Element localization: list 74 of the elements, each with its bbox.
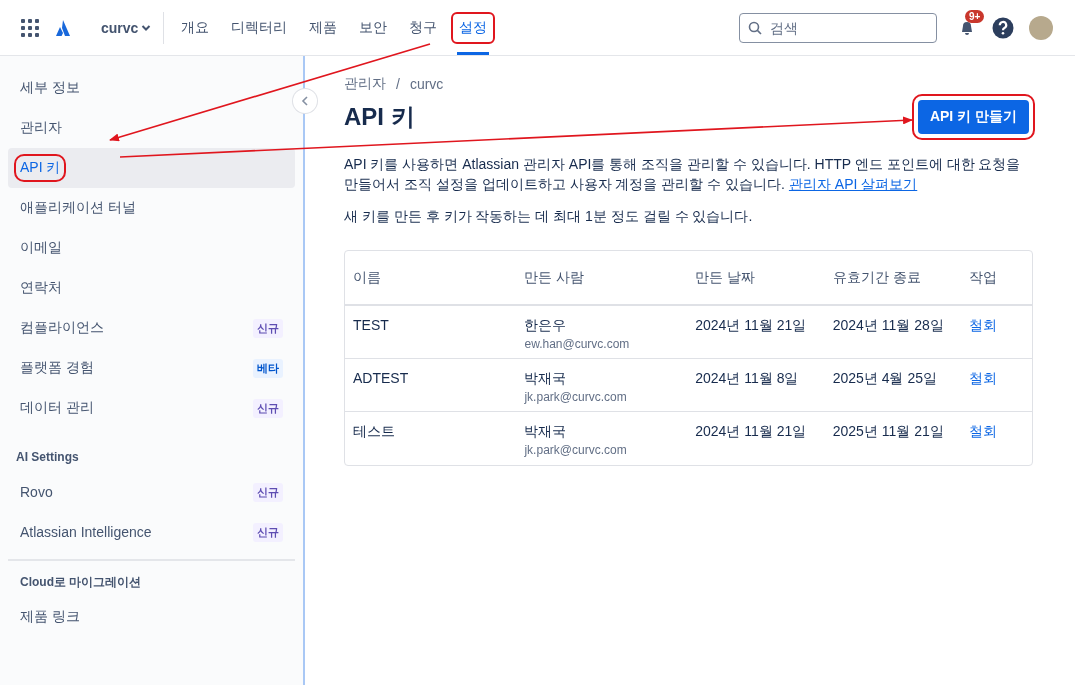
sidebar-item-label: API 키 xyxy=(16,156,65,180)
status-badge: 신규 xyxy=(253,398,283,418)
column-header: 유효기간 종료 xyxy=(824,251,962,306)
chevron-left-icon xyxy=(301,96,309,106)
creator-name: 한은우 xyxy=(524,317,567,333)
breadcrumb-link[interactable]: 관리자 xyxy=(344,75,386,93)
breadcrumb-separator: / xyxy=(396,76,400,92)
sidebar-item-label: 컴플라이언스 xyxy=(19,318,105,337)
sidebar-item-label: Atlassian Intelligence xyxy=(19,523,153,542)
section-heading: AI Settings xyxy=(15,449,80,466)
sidebar-item[interactable]: 이메일 xyxy=(8,228,295,268)
sidebar-item[interactable]: 컴플라이언스 신규 xyxy=(8,308,295,348)
created-date: 2024년 11월 8일 xyxy=(695,370,799,386)
sidebar-item[interactable]: 관리자 xyxy=(8,108,295,148)
nav-tab[interactable]: 보안 xyxy=(351,0,396,55)
creator-name: 박재국 xyxy=(524,370,567,386)
admin-api-link[interactable]: 관리자 API 살펴보기 xyxy=(788,176,918,192)
sidebar-item[interactable]: 플랫폼 경험 베타 xyxy=(8,348,295,388)
nav-tab[interactable]: 설정 xyxy=(451,0,496,55)
column-header: 만든 사람 xyxy=(516,251,688,306)
column-header: 작업 xyxy=(961,251,1032,306)
page-title: API 키 xyxy=(344,102,415,132)
creator-email: jk.park@curvc.com xyxy=(524,443,628,457)
sidebar-item-label: 연락처 xyxy=(19,278,63,297)
sidebar-item[interactable]: Rovo 신규 xyxy=(8,472,295,512)
sidebar-item-label: 세부 정보 xyxy=(19,78,81,97)
key-name: TEST xyxy=(353,317,389,333)
sidebar-item[interactable]: API 키 xyxy=(8,148,295,188)
expiry-date: 2025년 4월 25일 xyxy=(832,370,937,386)
sidebar-item-label: 이메일 xyxy=(19,238,63,257)
created-date: 2024년 11월 21일 xyxy=(695,317,807,333)
section-heading: Cloud로 마이그레이션 xyxy=(19,573,143,591)
status-badge: 베타 xyxy=(253,358,283,378)
sidebar-item[interactable]: 세부 정보 xyxy=(8,68,295,108)
creator-email: jk.park@curvc.com xyxy=(524,390,628,404)
app-switcher-icon[interactable] xyxy=(21,18,39,37)
sidebar-item-label: 데이터 관리 xyxy=(19,398,95,417)
search-icon xyxy=(748,20,762,35)
status-badge: 신규 xyxy=(253,482,283,502)
nav-tab[interactable]: 제품 xyxy=(301,0,346,55)
nav-tab[interactable]: 청구 xyxy=(401,0,446,55)
revoke-link[interactable]: 철회 xyxy=(969,370,998,386)
sidebar-item[interactable]: 애플리케이션 터널 xyxy=(8,188,295,228)
expiry-date: 2024년 11월 28일 xyxy=(832,317,944,333)
created-date: 2024년 11월 21일 xyxy=(695,423,807,439)
org-switcher[interactable]: curvc xyxy=(95,11,165,44)
sidebar-item[interactable]: 연락처 xyxy=(8,268,295,308)
description-text: API 키를 사용하면 Atlassian 관리자 API를 통해 조직을 관리할 수 있습니다. HTTP 엔드 포인트에 대한 요청을 만들어서 조직 설정을 업데이트하고 사용자 계정을 관리할 수 있습니다. 관리자 API 살펴보기 xyxy=(344,155,1022,194)
note-text: 새 키를 만든 후 키가 작동하는 데 최대 1분 정도 걸릴 수 있습니다. xyxy=(344,207,754,226)
search-field[interactable]: 검색 xyxy=(739,12,937,43)
notification-badge: 9+ xyxy=(965,9,985,23)
sidebar-item-label: Rovo xyxy=(19,483,54,502)
revoke-link[interactable]: 철회 xyxy=(969,317,998,333)
revoke-link[interactable]: 철회 xyxy=(969,423,998,439)
key-name: 테스트 xyxy=(353,423,395,439)
nav-tab[interactable]: 디렉터리 xyxy=(223,0,296,55)
nav-tab[interactable]: 개요 xyxy=(173,0,218,55)
logo-icon[interactable] xyxy=(54,18,72,37)
status-badge: 신규 xyxy=(253,318,283,338)
key-name: ADTEST xyxy=(353,370,409,386)
sidebar-item-label: 애플리케이션 터널 xyxy=(19,198,137,217)
sidebar-item[interactable]: 데이터 관리 신규 xyxy=(8,388,295,428)
status-badge: 신규 xyxy=(253,522,283,542)
creator-name: 박재국 xyxy=(524,423,567,439)
breadcrumb-link[interactable]: curvc xyxy=(409,76,444,92)
creator-email: ew.han@curvc.com xyxy=(524,337,631,351)
column-header: 만든 날짜 xyxy=(687,251,825,306)
sidebar-item-label: 제품 링크 xyxy=(19,607,81,626)
sidebar-item[interactable]: 제품 링크 xyxy=(8,597,295,637)
sidebar-item[interactable]: Atlassian Intelligence 신규 xyxy=(8,512,295,552)
sidebar-item-label: 관리자 xyxy=(19,118,63,137)
column-header: 이름 xyxy=(345,251,517,306)
sidebar-item-label: 플랫폼 경험 xyxy=(19,358,95,377)
expiry-date: 2025년 11월 21일 xyxy=(832,423,944,439)
